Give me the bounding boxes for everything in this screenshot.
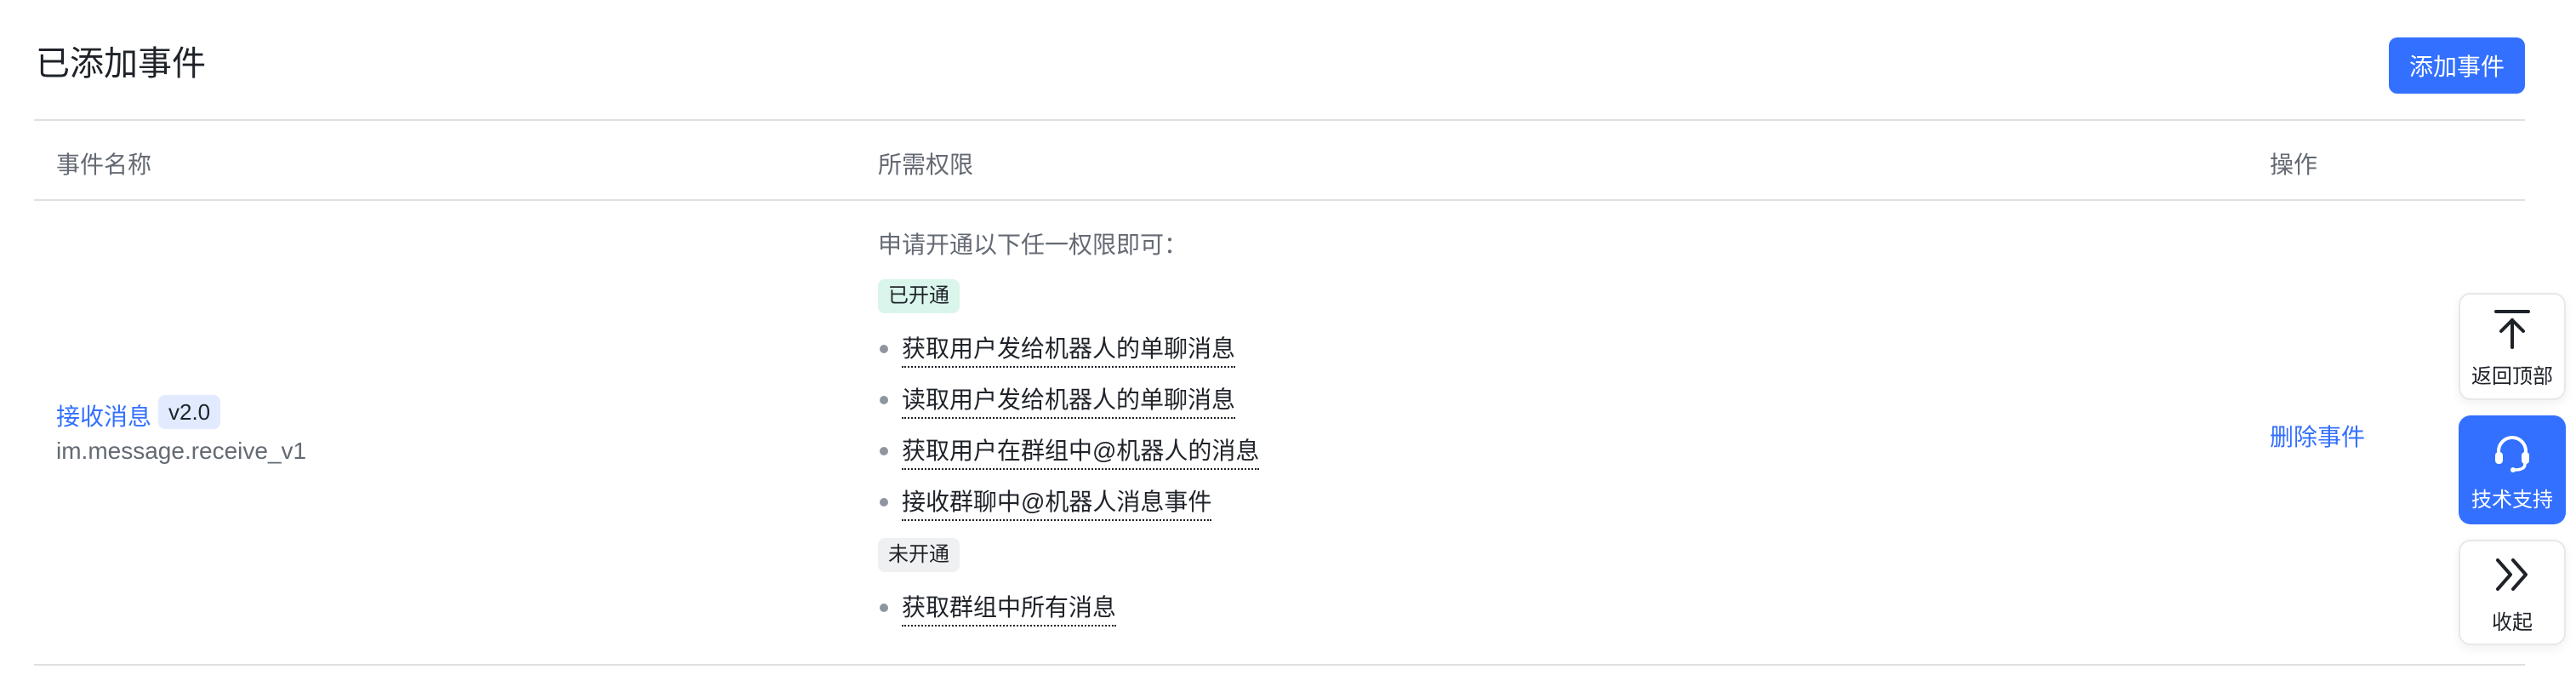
column-header-permissions: 所需权限 xyxy=(878,152,974,178)
page-title: 已添加事件 xyxy=(36,45,206,83)
permission-item[interactable]: 获取用户在群组中@机器人的消息 xyxy=(880,432,1260,470)
double-chevron-right-icon xyxy=(2493,551,2532,598)
permission-link[interactable]: 获取用户发给机器人的单聊消息 xyxy=(902,330,1236,368)
bullet-dot xyxy=(880,396,888,404)
permission-link[interactable]: 获取用户在群组中@机器人的消息 xyxy=(902,432,1260,470)
permission-link[interactable]: 读取用户发给机器人的单聊消息 xyxy=(902,381,1236,419)
permission-item[interactable]: 读取用户发给机器人的单聊消息 xyxy=(880,381,1236,419)
event-name-link[interactable]: 接收消息 xyxy=(56,398,151,432)
column-header-event-name: 事件名称 xyxy=(56,152,152,178)
bullet-dot xyxy=(880,604,888,612)
collapse-button[interactable]: 收起 xyxy=(2459,540,2566,645)
permission-item[interactable]: 获取群组中所有消息 xyxy=(880,589,1117,627)
tech-support-label: 技术支持 xyxy=(2471,488,2553,512)
headset-icon xyxy=(2491,428,2533,476)
permission-link[interactable]: 接收群聊中@机器人消息事件 xyxy=(902,484,1212,521)
event-key: im.message.receive_v1 xyxy=(56,438,307,464)
permission-item[interactable]: 接收群聊中@机器人消息事件 xyxy=(880,484,1212,521)
bullet-dot xyxy=(880,447,888,455)
delete-event-link[interactable]: 删除事件 xyxy=(2270,419,2365,453)
arrow-up-to-top-icon xyxy=(2493,305,2532,352)
divider-header xyxy=(34,199,2525,201)
permission-link[interactable]: 获取群组中所有消息 xyxy=(902,589,1117,627)
permission-intro: 申请开通以下任一权限即可： xyxy=(878,232,1188,258)
permission-item[interactable]: 获取用户发给机器人的单聊消息 xyxy=(880,330,1236,368)
divider-bottom xyxy=(34,664,2525,666)
disabled-status-tag: 未开通 xyxy=(878,538,960,572)
back-to-top-label: 返回顶部 xyxy=(2471,364,2553,388)
back-to-top-button[interactable]: 返回顶部 xyxy=(2459,293,2566,400)
add-event-button[interactable]: 添加事件 xyxy=(2389,37,2525,94)
divider-top xyxy=(34,119,2525,121)
version-badge: v2.0 xyxy=(158,395,221,429)
bullet-dot xyxy=(880,345,888,353)
collapse-label: 收起 xyxy=(2492,610,2533,634)
column-header-actions: 操作 xyxy=(2270,152,2318,178)
enabled-status-tag: 已开通 xyxy=(878,279,960,313)
bullet-dot xyxy=(880,498,888,506)
tech-support-button[interactable]: 技术支持 xyxy=(2459,415,2566,524)
